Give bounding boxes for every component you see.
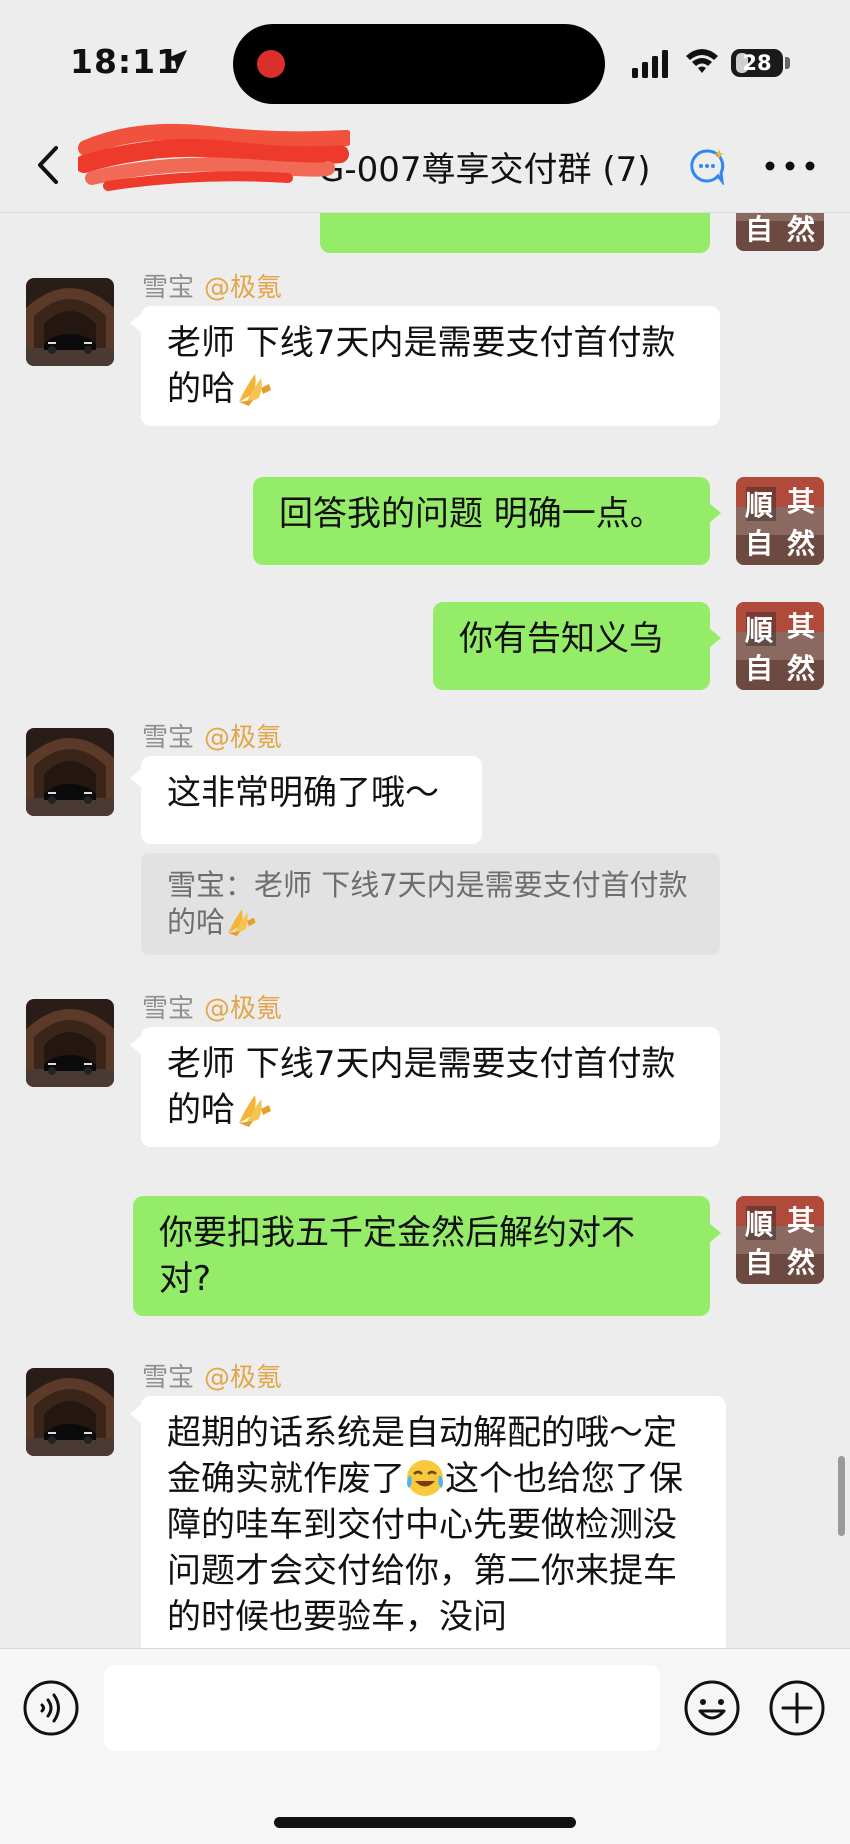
home-indicator [274,1817,576,1828]
self-avatar[interactable] [736,477,824,565]
self-avatar[interactable] [736,1196,824,1284]
sender-name: 雪宝 [142,1363,195,1393]
dynamic-island [233,24,605,104]
pray-hands-icon [235,1089,275,1129]
sender-tag: @极氪 [204,994,283,1024]
sender-name: 雪宝 [142,994,195,1024]
emoji-icon[interactable] [683,1679,741,1737]
bubble-tail [709,503,721,523]
sender-tag: @极氪 [204,273,283,303]
location-arrow-icon [165,50,187,72]
message-bubble[interactable]: 这非常明确了哦～ [141,756,482,844]
battery-icon: 28 [731,49,783,77]
battery-percent: 28 [742,51,772,75]
pray-hands-icon [225,904,259,938]
quoted-message[interactable]: 雪宝：老师 下线7天内是需要支付首付款的哈 [141,853,720,955]
contact-avatar[interactable] [26,728,114,816]
cellular-signal-icon [632,50,668,78]
message-text: 这非常明确了哦～ [167,773,439,813]
wifi-icon [686,49,718,73]
redaction-scribble [75,120,354,198]
sender-label: 雪宝 @极氪 [142,267,282,304]
pray-hands-icon [235,368,275,408]
sender-tag: @极氪 [204,1363,283,1393]
sender-label: 雪宝 @极氪 [142,988,282,1025]
message-bubble[interactable]: 你要扣我五千定金然后解约对不对? [133,1196,710,1316]
crying-laughing-face-icon [405,1458,445,1498]
bubble-tail [709,628,721,648]
sender-name: 雪宝 [142,723,195,753]
input-bar [0,1648,850,1844]
sender-name: 雪宝 [142,273,195,303]
contact-avatar[interactable] [26,1368,114,1456]
message-input[interactable] [104,1665,660,1751]
self-avatar[interactable] [736,602,824,690]
more-dots-icon[interactable] [760,156,820,176]
status-bar: 18:11 28 [0,0,850,120]
voice-icon[interactable] [22,1679,80,1737]
bubble-tail [709,1223,721,1243]
message-text: 回答我的问题 明确一点。 [279,494,664,534]
contact-avatar[interactable] [26,999,114,1087]
message-bubble[interactable]: 超期的话系统是自动解配的哦～定金确实就作废了 这个也给您了保障的哇车到交付中心先要… [141,1396,726,1648]
message-bubble[interactable]: 回答我的问题 明确一点。 [253,477,710,565]
recording-indicator-icon [257,50,285,78]
message-bubble[interactable]: 你有告知义乌 [433,602,710,690]
self-avatar[interactable] [736,213,824,251]
plus-icon[interactable] [768,1679,826,1737]
chevron-left-icon[interactable] [30,142,70,188]
sender-tag: @极氪 [204,723,283,753]
chat-header: G-007尊享交付群 (7) [0,120,850,213]
message-list[interactable]: 雪宝 @极氪 老师 下线7天内是需要支付首付款的哈 回答我的问题 明确一点。 你有… [0,213,850,1648]
ai-chat-icon[interactable] [688,147,726,185]
message-bubble-partial[interactable] [320,213,710,253]
sender-label: 雪宝 @极氪 [142,1357,282,1394]
message-text: 你要扣我五千定金然后解约对不对? [159,1213,635,1299]
message-text: 你有告知义乌 [459,619,663,659]
message-bubble[interactable]: 老师 下线7天内是需要支付首付款的哈 [141,1027,720,1147]
battery-tip [785,57,790,69]
scrollbar[interactable] [838,1456,845,1536]
sender-label: 雪宝 @极氪 [142,717,282,754]
contact-avatar[interactable] [26,278,114,366]
message-bubble[interactable]: 老师 下线7天内是需要支付首付款的哈 [141,306,720,426]
chat-title[interactable]: G-007尊享交付群 (7) [318,142,650,191]
